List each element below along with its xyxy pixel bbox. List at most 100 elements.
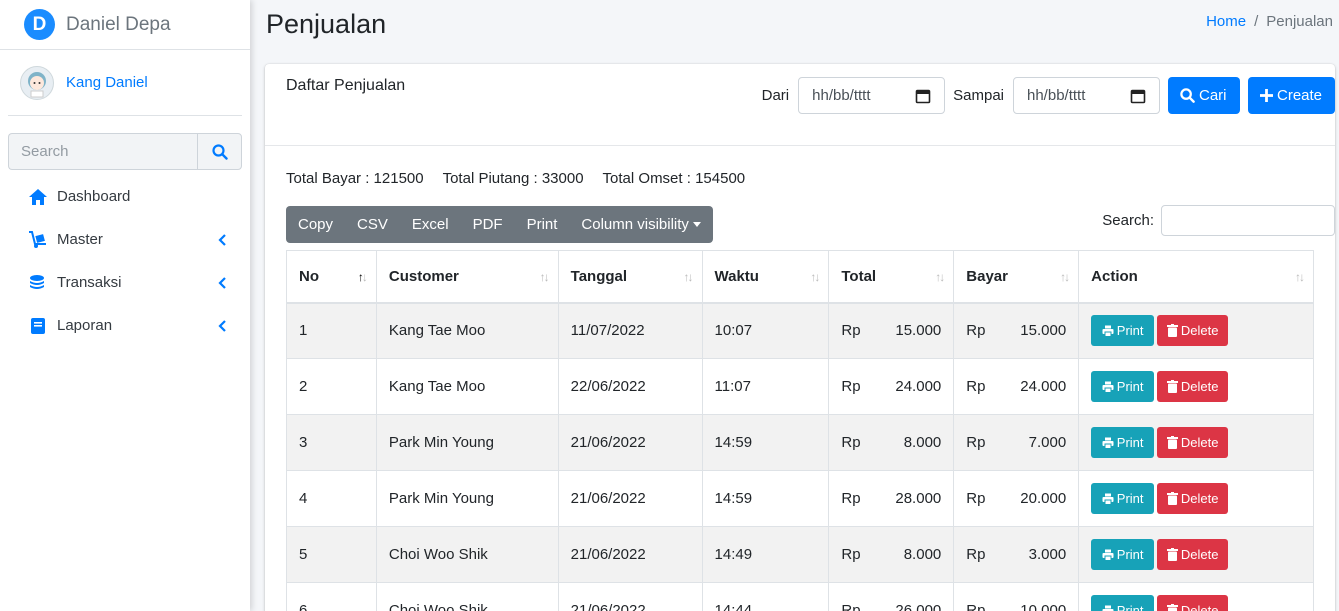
table-row: 1 Kang Tae Moo 11/07/2022 10:07 Rp 15.000… xyxy=(286,302,1314,359)
sales-card: Daftar Penjualan Dari hh/bb/tttt Sampai … xyxy=(265,64,1335,611)
table-row: 2 Kang Tae Moo 22/06/2022 11:07 Rp 24.000… xyxy=(286,358,1314,415)
brand-link[interactable]: D Daniel Depa xyxy=(0,0,250,50)
cell-no: 2 xyxy=(286,358,377,415)
column-visibility-label: Column visibility xyxy=(581,216,689,233)
trash-icon xyxy=(1166,324,1178,338)
sidebar-search-button[interactable] xyxy=(197,133,242,170)
user-name-link[interactable]: Kang Daniel xyxy=(66,74,148,91)
table-header-row: No ↑↓ Customer ↑↓ Tanggal ↑↓ Waktu ↑↓ Total ↑… xyxy=(286,250,1314,304)
row-print-button[interactable]: Print xyxy=(1091,595,1155,611)
csv-button[interactable]: CSV xyxy=(345,206,400,243)
row-print-button[interactable]: Print xyxy=(1091,483,1155,514)
sidebar-item-label: Transaksi xyxy=(57,274,122,291)
column-header-customer[interactable]: Customer ↑↓ xyxy=(375,250,559,304)
cell-action: Print Delete xyxy=(1078,526,1314,583)
cell-bayar: Rp 20.000 xyxy=(953,470,1080,527)
cell-total: Rp 8.000 xyxy=(828,414,955,471)
print-icon xyxy=(1102,605,1114,611)
column-header-no[interactable]: No ↑↓ xyxy=(286,250,377,304)
cell-waktu: 14:44 xyxy=(701,582,830,611)
sales-table: No ↑↓ Customer ↑↓ Tanggal ↑↓ Waktu ↑↓ Total ↑… xyxy=(286,250,1314,611)
cell-bayar: Rp 3.000 xyxy=(953,526,1080,583)
print-icon xyxy=(1102,549,1114,561)
cari-label: Cari xyxy=(1199,87,1227,104)
to-date-input[interactable]: hh/bb/tttt xyxy=(1013,77,1160,114)
cell-waktu: 11:07 xyxy=(701,358,830,415)
column-header-waktu[interactable]: Waktu ↑↓ xyxy=(701,250,830,304)
cell-customer: Park Min Young xyxy=(375,470,559,527)
totals-summary: Total Bayar : 121500 Total Piutang : 330… xyxy=(286,170,745,187)
chevron-left-icon xyxy=(218,276,226,289)
create-button[interactable]: Create xyxy=(1248,77,1335,114)
breadcrumb-home-link[interactable]: Home xyxy=(1206,13,1246,30)
row-delete-button[interactable]: Delete xyxy=(1157,483,1229,514)
cell-action: Print Delete xyxy=(1078,470,1314,527)
cell-total: Rp 15.000 xyxy=(828,302,955,359)
row-delete-button[interactable]: Delete xyxy=(1157,371,1229,402)
row-delete-button[interactable]: Delete xyxy=(1157,539,1229,570)
column-visibility-button[interactable]: Column visibility xyxy=(569,206,713,243)
cari-button[interactable]: Cari xyxy=(1168,77,1240,114)
table-search-input[interactable] xyxy=(1161,205,1335,236)
cell-waktu: 10:07 xyxy=(701,302,830,359)
sidebar: D Daniel Depa Kang Daniel Search Dashboa… xyxy=(0,0,250,611)
column-header-tanggal[interactable]: Tanggal ↑↓ xyxy=(557,250,703,304)
total-omset: Total Omset : 154500 xyxy=(602,170,746,187)
trash-icon xyxy=(1166,604,1178,611)
coins-icon xyxy=(27,272,48,293)
trash-icon xyxy=(1166,380,1178,393)
column-header-total[interactable]: Total ↑↓ xyxy=(828,250,955,304)
cell-total: Rp 8.000 xyxy=(828,526,955,583)
print-button[interactable]: Print xyxy=(515,206,570,243)
caret-down-icon xyxy=(692,222,701,227)
sidebar-item-transaksi[interactable]: Transaksi xyxy=(0,261,250,304)
sidebar-item-label: Dashboard xyxy=(57,188,131,205)
row-delete-button[interactable]: Delete xyxy=(1157,427,1229,458)
print-icon xyxy=(1102,493,1114,505)
sort-icon: ↑↓ xyxy=(1295,270,1305,284)
cell-no: 6 xyxy=(286,582,377,611)
column-header-bayar[interactable]: Bayar ↑↓ xyxy=(953,250,1080,304)
excel-button[interactable]: Excel xyxy=(400,206,461,243)
row-delete-button[interactable]: Delete xyxy=(1157,595,1229,611)
cell-bayar: Rp 24.000 xyxy=(953,358,1080,415)
sidebar-search-input[interactable]: Search xyxy=(8,133,197,170)
export-buttons: Copy CSV Excel PDF Print Column visibili… xyxy=(286,206,713,243)
row-print-button[interactable]: Print xyxy=(1091,315,1155,347)
cell-total: Rp 24.000 xyxy=(828,358,955,415)
chevron-left-icon xyxy=(218,233,226,246)
column-header-action[interactable]: Action ↑↓ xyxy=(1078,250,1314,304)
total-piutang: Total Piutang : 33000 xyxy=(442,170,584,187)
sidebar-search: Search xyxy=(8,133,242,170)
row-print-button[interactable]: Print xyxy=(1091,427,1155,458)
user-panel: Kang Daniel xyxy=(8,50,242,116)
create-label: Create xyxy=(1277,87,1323,104)
print-icon xyxy=(1102,325,1114,337)
sidebar-item-label: Laporan xyxy=(57,317,113,334)
cell-action: Print Delete xyxy=(1078,358,1314,415)
from-label: Dari xyxy=(761,87,790,104)
brand-name: Daniel Depa xyxy=(66,13,171,35)
trash-icon xyxy=(1166,436,1178,449)
sidebar-item-master[interactable]: Master xyxy=(0,218,250,261)
row-print-button[interactable]: Print xyxy=(1091,371,1155,402)
cell-bayar: Rp 7.000 xyxy=(953,414,1080,471)
print-icon xyxy=(1102,381,1114,393)
sort-icon: ↑↓ xyxy=(1060,270,1070,284)
avatar xyxy=(20,65,54,100)
search-icon xyxy=(211,143,228,160)
cell-no: 5 xyxy=(286,526,377,583)
table-row: 3 Park Min Young 21/06/2022 14:59 Rp 8.00… xyxy=(286,414,1314,471)
sidebar-item-dashboard[interactable]: Dashboard xyxy=(0,175,250,218)
plus-icon xyxy=(1260,89,1273,102)
copy-button[interactable]: Copy xyxy=(286,206,345,243)
pdf-button[interactable]: PDF xyxy=(461,206,515,243)
sidebar-item-laporan[interactable]: Laporan xyxy=(0,304,250,347)
page-title: Penjualan xyxy=(266,9,387,39)
from-date-input[interactable]: hh/bb/tttt xyxy=(798,77,946,114)
brand-logo: D xyxy=(24,9,55,40)
row-print-button[interactable]: Print xyxy=(1091,539,1155,570)
row-delete-button[interactable]: Delete xyxy=(1157,315,1229,347)
cell-customer: Park Min Young xyxy=(375,414,559,471)
cell-bayar: Rp 15.000 xyxy=(953,302,1080,359)
